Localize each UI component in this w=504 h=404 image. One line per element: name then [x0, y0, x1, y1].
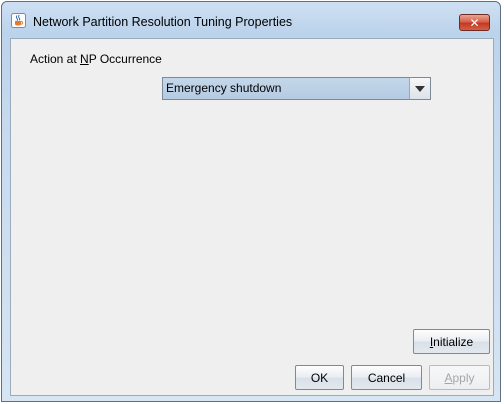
- title-bar[interactable]: Network Partition Resolution Tuning Prop…: [2, 2, 500, 32]
- close-button[interactable]: ✕: [459, 14, 490, 31]
- apply-button[interactable]: Apply: [429, 365, 490, 390]
- window-title: Network Partition Resolution Tuning Prop…: [33, 15, 293, 29]
- np-action-selected-value: Emergency shutdown: [163, 78, 409, 99]
- cancel-button[interactable]: Cancel: [351, 365, 422, 390]
- np-action-label: Action at NP Occurrence: [30, 52, 162, 66]
- dialog-window: Network Partition Resolution Tuning Prop…: [1, 1, 501, 402]
- np-action-dropdown[interactable]: Emergency shutdown: [162, 77, 431, 100]
- ok-button[interactable]: OK: [295, 365, 344, 390]
- java-cup-icon: [11, 13, 26, 28]
- chevron-down-icon[interactable]: [409, 78, 430, 99]
- initialize-button[interactable]: Initialize: [413, 329, 490, 354]
- close-icon: ✕: [469, 15, 480, 30]
- properties-panel: Action at NP Occurrence Emergency shutdo…: [10, 38, 494, 396]
